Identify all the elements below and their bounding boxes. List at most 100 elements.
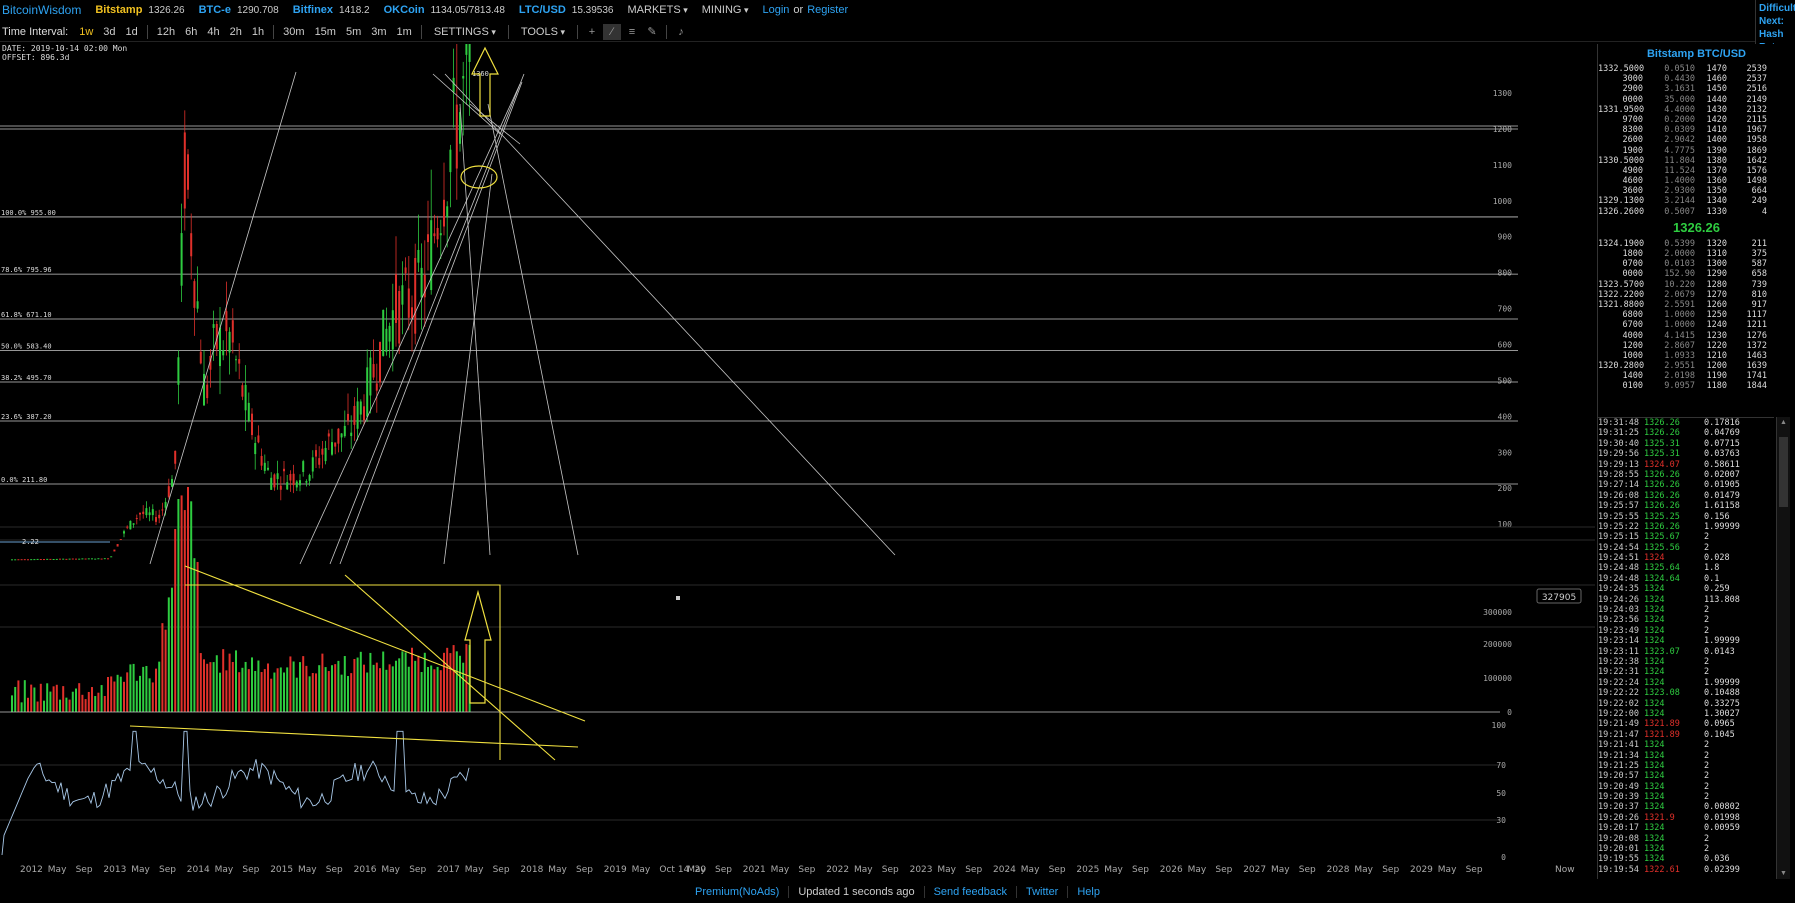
- volume-bar: [206, 663, 209, 712]
- time-tick-label: 2029: [1410, 865, 1433, 875]
- brand-logo[interactable]: BitcoinWisdom: [2, 3, 81, 17]
- orderbook-title: Bitstamp BTC/USD: [1646, 48, 1746, 60]
- asks-row: 4600 1.4000 1360 1498: [1598, 176, 1795, 186]
- twitter-link[interactable]: Twitter: [1017, 885, 1069, 898]
- candle-body: [62, 558, 65, 560]
- price-tick-label: 900: [1498, 233, 1513, 242]
- volume-bar: [430, 665, 433, 712]
- candle-body: [158, 514, 161, 519]
- time-tick-label: 2027: [1243, 865, 1266, 875]
- interval-3m[interactable]: 3m: [366, 26, 391, 38]
- interval-2h[interactable]: 2h: [225, 26, 247, 38]
- ticker-exchange[interactable]: BTC-e: [199, 4, 231, 16]
- bids-cell: 1.0000: [1664, 320, 1695, 331]
- ticker-exchange[interactable]: Bitstamp: [95, 4, 142, 16]
- interval-5m[interactable]: 5m: [341, 26, 366, 38]
- hlines-icon[interactable]: ≡: [623, 24, 641, 40]
- volume-bar: [100, 685, 103, 712]
- trade-time: 19:31:25: [1598, 428, 1639, 439]
- interval-4h[interactable]: 4h: [202, 26, 224, 38]
- scroll-down-icon[interactable]: ▼: [1780, 870, 1787, 877]
- footer: Premium(NoAds) Updated 1 seconds ago Sen…: [0, 880, 1795, 903]
- interval-1d[interactable]: 1d: [121, 26, 143, 38]
- asks-cell: 0.5007: [1664, 206, 1695, 217]
- ticker-item[interactable]: Bitfinex 1418.2: [293, 4, 370, 16]
- markets-menu[interactable]: MARKETS: [628, 4, 688, 16]
- register-link[interactable]: Register: [807, 4, 848, 16]
- help-link[interactable]: Help: [1068, 886, 1109, 898]
- line-icon[interactable]: ∕: [602, 23, 621, 40]
- trade-history[interactable]: 19:31:48 1326.26 0.17816 19:31:25 1326.26 0.0…: [1598, 417, 1774, 879]
- asks-cell: 2537: [1746, 74, 1767, 85]
- asks-row: 2900 3.1631 1450 2516: [1598, 84, 1795, 94]
- feedback-link[interactable]: Send feedback: [925, 885, 1017, 898]
- bids-cell: 1639: [1746, 361, 1767, 372]
- time-tick-label: May: [298, 865, 317, 875]
- time-tick-label: Sep: [1466, 865, 1483, 875]
- interval-3d[interactable]: 3d: [98, 26, 120, 38]
- crosshair-icon[interactable]: +: [583, 24, 601, 40]
- time-tick-label: Sep: [715, 865, 732, 875]
- trade-time: 19:23:11: [1598, 646, 1639, 657]
- volume-bar: [171, 587, 173, 712]
- ticker-exchange[interactable]: Bitfinex: [293, 4, 333, 16]
- ticker-item[interactable]: LTC/USD 15.39536: [519, 4, 614, 16]
- interval-30m[interactable]: 30m: [278, 26, 309, 38]
- settings-menu[interactable]: SETTINGS: [426, 26, 504, 38]
- trade-row: 19:27:14 1326.26 0.01905: [1598, 480, 1774, 490]
- ticker-exchange[interactable]: LTC/USD: [519, 4, 566, 16]
- alert-icon[interactable]: ♪: [672, 24, 690, 40]
- ticker-item[interactable]: Bitstamp 1326.26: [95, 4, 184, 16]
- trade-row: 19:22:02 1324 0.33275: [1598, 699, 1774, 709]
- difficulty-box: Difficulty Next: Hash Rate: [1755, 0, 1795, 44]
- premium-link[interactable]: Premium(NoAds): [686, 885, 790, 898]
- candle-body: [267, 467, 269, 470]
- ticker-exchange[interactable]: OKCoin: [384, 4, 425, 16]
- interval-1m[interactable]: 1m: [392, 26, 417, 38]
- candle-body: [36, 558, 39, 560]
- volume-bar: [107, 676, 109, 712]
- volume-bar: [103, 695, 106, 712]
- trade-scrollbar[interactable]: ▲ ▼: [1776, 417, 1790, 879]
- bids-row: 6700 1.0000 1240 1211: [1598, 320, 1795, 330]
- asks-cell: 11.524: [1664, 165, 1695, 176]
- login-link[interactable]: Login: [762, 4, 789, 16]
- trade-price: 1325.25: [1644, 511, 1680, 522]
- mining-menu[interactable]: MINING: [702, 4, 749, 16]
- volume-tick-label: 0: [1507, 708, 1512, 717]
- candle-body: [251, 413, 253, 436]
- scroll-up-icon[interactable]: ▲: [1780, 419, 1787, 426]
- interval-12h[interactable]: 12h: [152, 26, 180, 38]
- bids-cell: 1240: [1706, 320, 1727, 331]
- candle-body: [119, 539, 122, 541]
- scroll-thumb[interactable]: [1779, 437, 1788, 507]
- time-tick-label: May: [1188, 865, 1207, 875]
- trade-price: 1324: [1644, 823, 1665, 834]
- price-chart[interactable]: DATE: 2019-10-14 02:00 Mon OFFSET: 896.3…: [0, 44, 1595, 879]
- ticker-item[interactable]: BTC-e 1290.708: [199, 4, 279, 16]
- candle-body: [247, 402, 250, 421]
- trade-price: 1324: [1644, 781, 1665, 792]
- chart-canvas[interactable]: 100.0% 955.00 78.6% 795.96 61.8% 671.10 50.…: [0, 44, 1595, 879]
- ticker-item[interactable]: OKCoin 1134.05/7813.48: [384, 4, 505, 16]
- trade-row: 19:24:48 1324.64 0.1: [1598, 574, 1774, 584]
- interval-6h[interactable]: 6h: [180, 26, 202, 38]
- candle-body: [20, 559, 23, 561]
- trade-time: 19:20:01: [1598, 844, 1639, 855]
- interval-15m[interactable]: 15m: [310, 26, 341, 38]
- brush-icon[interactable]: ✎: [643, 24, 661, 40]
- bids-cell: 9.0957: [1664, 381, 1695, 392]
- bids-cell: 1463: [1746, 350, 1767, 361]
- trend-line: [487, 103, 579, 556]
- interval-1w[interactable]: 1w: [74, 26, 98, 38]
- candle-body: [174, 450, 177, 464]
- bids-cell: 2.0000: [1664, 249, 1695, 259]
- candle-body: [196, 301, 199, 309]
- trade-price: 1325.56: [1644, 542, 1680, 553]
- tools-menu[interactable]: TOOLS: [513, 26, 573, 38]
- interval-1h[interactable]: 1h: [247, 26, 269, 38]
- trade-time: 19:22:24: [1598, 677, 1639, 688]
- trade-time: 19:22:00: [1598, 708, 1639, 719]
- candle-body: [347, 413, 349, 421]
- trade-amount: 0.01905: [1704, 480, 1740, 491]
